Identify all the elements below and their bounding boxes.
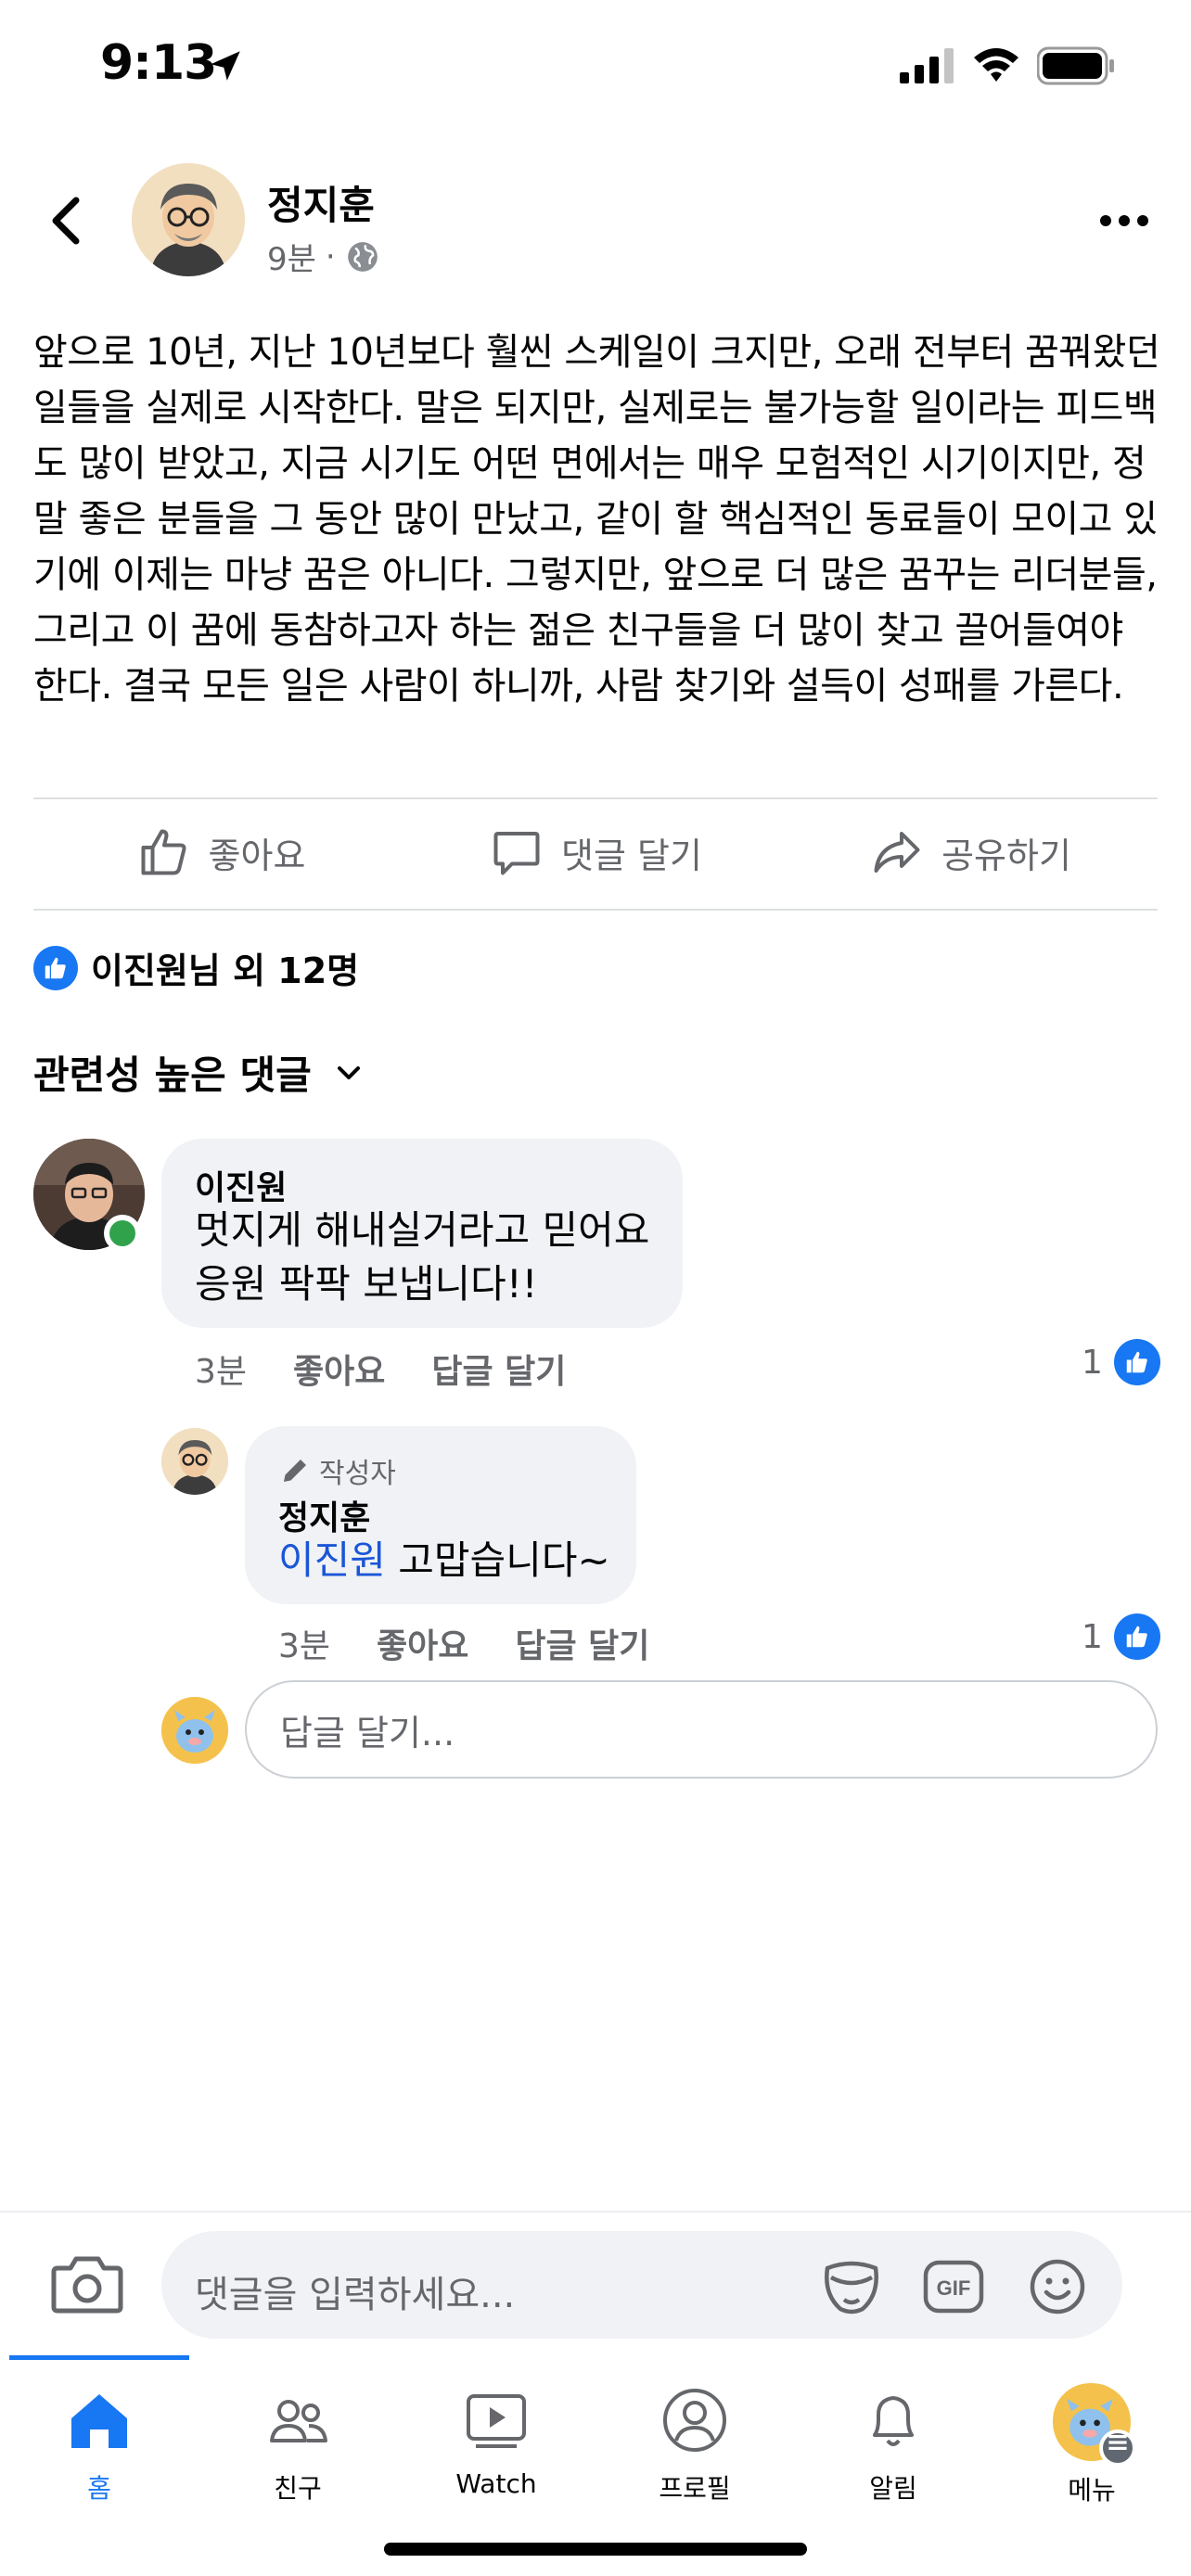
comment-like-button[interactable]: 좋아요	[293, 1345, 385, 1393]
reply-like-count[interactable]: 1	[1082, 1613, 1160, 1660]
bell-icon	[873, 2396, 914, 2446]
avatar-sticker-icon[interactable]	[820, 2257, 883, 2316]
active-tab-indicator	[9, 2355, 189, 2360]
divider	[0, 2211, 1191, 2213]
tab-menu[interactable]: 메뉴	[992, 2361, 1191, 2509]
comment-bubble[interactable]: 이진원 멋지게 해내실거라고 믿어요 응원 팍팍 보냅니다!!	[161, 1139, 683, 1328]
comment-button[interactable]: 댓글 달기	[408, 801, 783, 903]
divider	[33, 909, 1158, 911]
thumbs-up-icon	[141, 829, 186, 875]
reaction-summary-text: 이진원님 외 12명	[91, 950, 360, 991]
chevron-down-icon	[337, 1065, 360, 1079]
comment-like-count-value: 1	[1082, 1343, 1103, 1382]
reply-meta: 3분 좋아요 답글 달기	[278, 1619, 649, 1667]
comment-time: 3분	[195, 1353, 248, 1391]
tab-watch[interactable]: Watch	[397, 2361, 596, 2509]
menu-avatar-icon	[1053, 2383, 1136, 2467]
hamburger-menu-icon	[1099, 2429, 1136, 2467]
bottom-tab-bar: 홈 친구 Watch 프로필 알림 메뉴	[0, 2361, 1191, 2509]
tab-friends[interactable]: 친구	[198, 2361, 397, 2509]
post-text: 앞으로 10년, 지난 10년보다 훨씬 스케일이 크지만, 오래 전부터 꿈꿔…	[33, 331, 1160, 708]
post-time[interactable]: 9분	[267, 234, 316, 279]
reply-reply-button[interactable]: 답글 달기	[515, 1619, 649, 1667]
comment-label: 댓글 달기	[561, 835, 702, 876]
reply-text: 이진원 고맙습니다~	[278, 1534, 610, 1588]
status-time: 9:13	[100, 35, 217, 91]
current-user-avatar[interactable]	[161, 1697, 228, 1764]
comment-sort-dropdown[interactable]: 관련성 높은 댓글	[33, 1044, 367, 1101]
reaction-summary[interactable]: 이진원님 외 12명	[33, 942, 359, 993]
like-button[interactable]: 좋아요	[33, 801, 408, 903]
more-options-button[interactable]	[1095, 202, 1154, 239]
friends-icon	[270, 2400, 327, 2442]
reply-input-placeholder: 답글 달기...	[280, 1712, 455, 1753]
online-status-dot	[104, 1215, 141, 1252]
comment-text: 멋지게 해내실거라고 믿어요 응원 팍팍 보냅니다!!	[195, 1207, 650, 1307]
share-arrow-icon	[874, 832, 920, 873]
author-name[interactable]: 정지훈	[267, 174, 375, 231]
comment-reply-button[interactable]: 답글 달기	[431, 1345, 566, 1393]
tab-label: 알림	[869, 2473, 917, 2504]
comment-like-count[interactable]: 1	[1082, 1339, 1160, 1385]
reply-text-body: 고맙습니다~	[385, 1537, 610, 1583]
tab-label: 프로필	[659, 2473, 731, 2504]
reply-like-count-value: 1	[1082, 1617, 1103, 1656]
gif-icon[interactable]: GIF	[922, 2257, 985, 2316]
watch-icon	[467, 2394, 526, 2448]
pencil-icon	[284, 1460, 306, 1482]
comment-sort-label: 관련성 높은 댓글	[33, 1052, 312, 1098]
comment-input[interactable]: 댓글을 입력하세요... GIF	[161, 2231, 1122, 2339]
divider	[33, 797, 1158, 799]
cellular-signal-icon	[900, 48, 954, 83]
mention-link[interactable]: 이진원	[278, 1537, 386, 1583]
tab-profile[interactable]: 프로필	[596, 2361, 794, 2509]
comment-input-placeholder: 댓글을 입력하세요...	[195, 2274, 516, 2316]
status-bar: 9:13	[0, 0, 1191, 139]
post-meta: 9분 ·	[267, 234, 380, 279]
reply-time: 3분	[278, 1627, 331, 1665]
comment-meta: 3분 좋아요 답글 달기	[195, 1345, 566, 1393]
location-arrow-icon	[211, 51, 240, 81]
meta-separator: ·	[325, 237, 336, 275]
tab-label: Watch	[455, 2468, 537, 2499]
author-avatar[interactable]	[132, 163, 245, 276]
tab-notifications[interactable]: 알림	[794, 2361, 992, 2509]
author-badge: 작성자	[278, 1450, 396, 1491]
tab-label: 홈	[87, 2473, 111, 2504]
like-reaction-icon	[1113, 1339, 1160, 1385]
globe-icon[interactable]	[345, 239, 380, 274]
comment-bubble-icon	[493, 832, 540, 875]
author-badge-label: 작성자	[319, 1458, 396, 1490]
comment-author-name[interactable]: 이진원	[195, 1161, 287, 1209]
back-button[interactable]	[43, 193, 91, 249]
battery-icon	[1037, 46, 1114, 85]
tab-home[interactable]: 홈	[0, 2361, 198, 2509]
share-label: 공유하기	[941, 835, 1071, 876]
emoji-icon[interactable]	[1026, 2257, 1089, 2316]
svg-text:GIF: GIF	[937, 2276, 971, 2300]
reply-bubble[interactable]: 작성자 정지훈 이진원 고맙습니다~	[245, 1426, 636, 1604]
like-reaction-icon	[33, 945, 78, 990]
home-icon	[71, 2394, 127, 2448]
reply-author-name[interactable]: 정지훈	[278, 1491, 370, 1539]
post-action-bar: 좋아요 댓글 달기 공유하기	[33, 801, 1158, 903]
like-label: 좋아요	[208, 835, 306, 876]
camera-icon[interactable]	[50, 2251, 124, 2316]
home-indicator	[384, 2543, 807, 2556]
wifi-icon	[974, 48, 1018, 82]
reply-input[interactable]: 답글 달기...	[245, 1680, 1158, 1779]
profile-icon	[663, 2389, 726, 2452]
tab-label: 친구	[274, 2473, 322, 2504]
like-reaction-icon	[1113, 1613, 1160, 1660]
share-button[interactable]: 공유하기	[783, 801, 1158, 903]
reply-like-button[interactable]: 좋아요	[377, 1619, 468, 1667]
reply-author-avatar[interactable]	[161, 1428, 228, 1495]
